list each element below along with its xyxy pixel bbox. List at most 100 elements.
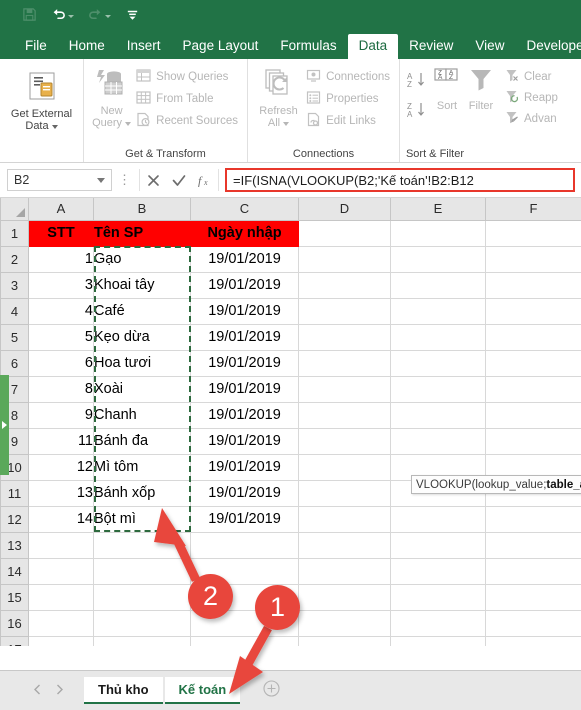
column-header-f[interactable]: F: [485, 198, 581, 221]
cell-d9[interactable]: [298, 427, 391, 455]
cell-a11[interactable]: 13: [28, 479, 94, 507]
cell-f13[interactable]: [485, 531, 581, 559]
formula-input[interactable]: =IF(ISNA(VLOOKUP(B2;'Kế toán'!B2:B12: [225, 168, 575, 192]
cell-e14[interactable]: [390, 557, 486, 585]
cell-f8[interactable]: [485, 401, 581, 429]
cell-e8[interactable]: [390, 401, 486, 429]
cell-f6[interactable]: [485, 349, 581, 377]
cell-b16[interactable]: [93, 609, 191, 637]
ribbon-tab-page-layout[interactable]: Page Layout: [172, 34, 270, 60]
column-header-a[interactable]: A: [28, 198, 94, 221]
sheet-tab-ke-toan[interactable]: Kế toán: [164, 677, 241, 704]
cell-d12[interactable]: [298, 505, 391, 533]
cell-d10[interactable]: [298, 453, 391, 481]
redo-button[interactable]: [88, 7, 111, 22]
cell-f14[interactable]: [485, 557, 581, 585]
cell-e17[interactable]: [390, 635, 486, 646]
cell-b9[interactable]: Bánh đa: [93, 427, 191, 455]
nav-prev-button[interactable]: [26, 684, 48, 698]
row-header-11[interactable]: 11: [0, 479, 29, 507]
cell-a4[interactable]: 4: [28, 297, 94, 325]
from-table-button[interactable]: From Table: [133, 89, 241, 109]
redo-dropdown-caret[interactable]: [105, 14, 111, 18]
row-header-5[interactable]: 5: [0, 323, 29, 351]
cell-b5[interactable]: Kẹo dừa: [93, 323, 191, 351]
cell-c2[interactable]: 19/01/2019: [190, 245, 299, 273]
save-button[interactable]: [22, 7, 37, 22]
cell-d7[interactable]: [298, 375, 391, 403]
cell-a10[interactable]: 12: [28, 453, 94, 481]
ribbon-tab-formulas[interactable]: Formulas: [269, 34, 347, 60]
cell-f9[interactable]: [485, 427, 581, 455]
ribbon-tab-home[interactable]: Home: [58, 34, 116, 60]
cell-c9[interactable]: 19/01/2019: [190, 427, 299, 455]
cell-e7[interactable]: [390, 375, 486, 403]
cell-a2[interactable]: 1: [28, 245, 94, 273]
cell-a5[interactable]: 5: [28, 323, 94, 351]
cell-e13[interactable]: [390, 531, 486, 559]
cell-d4[interactable]: [298, 297, 391, 325]
cell-a8[interactable]: 9: [28, 401, 94, 429]
cell-f3[interactable]: [485, 271, 581, 299]
cell-c11[interactable]: 19/01/2019: [190, 479, 299, 507]
cell-b11[interactable]: Bánh xốp: [93, 479, 191, 507]
cell-d5[interactable]: [298, 323, 391, 351]
cell-e6[interactable]: [390, 349, 486, 377]
sheet-tab-thu-kho[interactable]: Thủ kho: [84, 677, 163, 704]
cell-d16[interactable]: [298, 609, 391, 637]
undo-dropdown-caret[interactable]: [68, 14, 74, 18]
cell-d13[interactable]: [298, 531, 391, 559]
cell-d17[interactable]: [298, 635, 391, 646]
cell-c3[interactable]: 19/01/2019: [190, 271, 299, 299]
row-header-15[interactable]: 15: [0, 583, 29, 611]
cell-a9[interactable]: 11: [28, 427, 94, 455]
cell-a17[interactable]: [28, 635, 94, 646]
cell-e3[interactable]: [390, 271, 486, 299]
undo-button[interactable]: [51, 7, 74, 22]
row-header-4[interactable]: 4: [0, 297, 29, 325]
cell-b7[interactable]: Xoài: [93, 375, 191, 403]
name-box-caret-icon[interactable]: [97, 177, 105, 183]
cell-a3[interactable]: 3: [28, 271, 94, 299]
connections-button[interactable]: Connections: [303, 67, 393, 87]
cell-f7[interactable]: [485, 375, 581, 403]
cell-a1[interactable]: STT: [28, 219, 94, 247]
select-all-corner[interactable]: [0, 198, 29, 221]
cell-c17[interactable]: [190, 635, 299, 646]
cell-a7[interactable]: 8: [28, 375, 94, 403]
row-header-13[interactable]: 13: [0, 531, 29, 559]
column-header-d[interactable]: D: [298, 198, 391, 221]
clear-filter-button[interactable]: Clear: [502, 67, 561, 86]
ribbon-tab-insert[interactable]: Insert: [116, 34, 172, 60]
cancel-button[interactable]: [140, 169, 166, 191]
cell-e4[interactable]: [390, 297, 486, 325]
customize-qat-button[interactable]: [125, 7, 140, 22]
column-header-e[interactable]: E: [390, 198, 486, 221]
cell-e12[interactable]: [390, 505, 486, 533]
cell-c10[interactable]: 19/01/2019: [190, 453, 299, 481]
cell-d3[interactable]: [298, 271, 391, 299]
cell-e15[interactable]: [390, 583, 486, 611]
cell-e16[interactable]: [390, 609, 486, 637]
edit-links-button[interactable]: Edit Links: [303, 111, 393, 131]
cell-e9[interactable]: [390, 427, 486, 455]
cell-b13[interactable]: [93, 531, 191, 559]
sort-ascending-button[interactable]: AZ: [406, 70, 428, 95]
row-header-2[interactable]: 2: [0, 245, 29, 273]
cell-c8[interactable]: 19/01/2019: [190, 401, 299, 429]
sort-button[interactable]: ZAAZ Sort: [432, 66, 462, 112]
cell-a13[interactable]: [28, 531, 94, 559]
cell-b2[interactable]: Gạo: [93, 245, 191, 273]
cell-d14[interactable]: [298, 557, 391, 585]
recent-sources-button[interactable]: Recent Sources: [133, 111, 241, 131]
nav-next-button[interactable]: [48, 684, 70, 698]
cell-b6[interactable]: Hoa tươi: [93, 349, 191, 377]
cell-b8[interactable]: Chanh: [93, 401, 191, 429]
cell-d2[interactable]: [298, 245, 391, 273]
row-header-6[interactable]: 6: [0, 349, 29, 377]
cell-c13[interactable]: [190, 531, 299, 559]
cell-e1[interactable]: [390, 219, 486, 247]
cell-b17[interactable]: [93, 635, 191, 646]
cell-b4[interactable]: Café: [93, 297, 191, 325]
row-header-3[interactable]: 3: [0, 271, 29, 299]
